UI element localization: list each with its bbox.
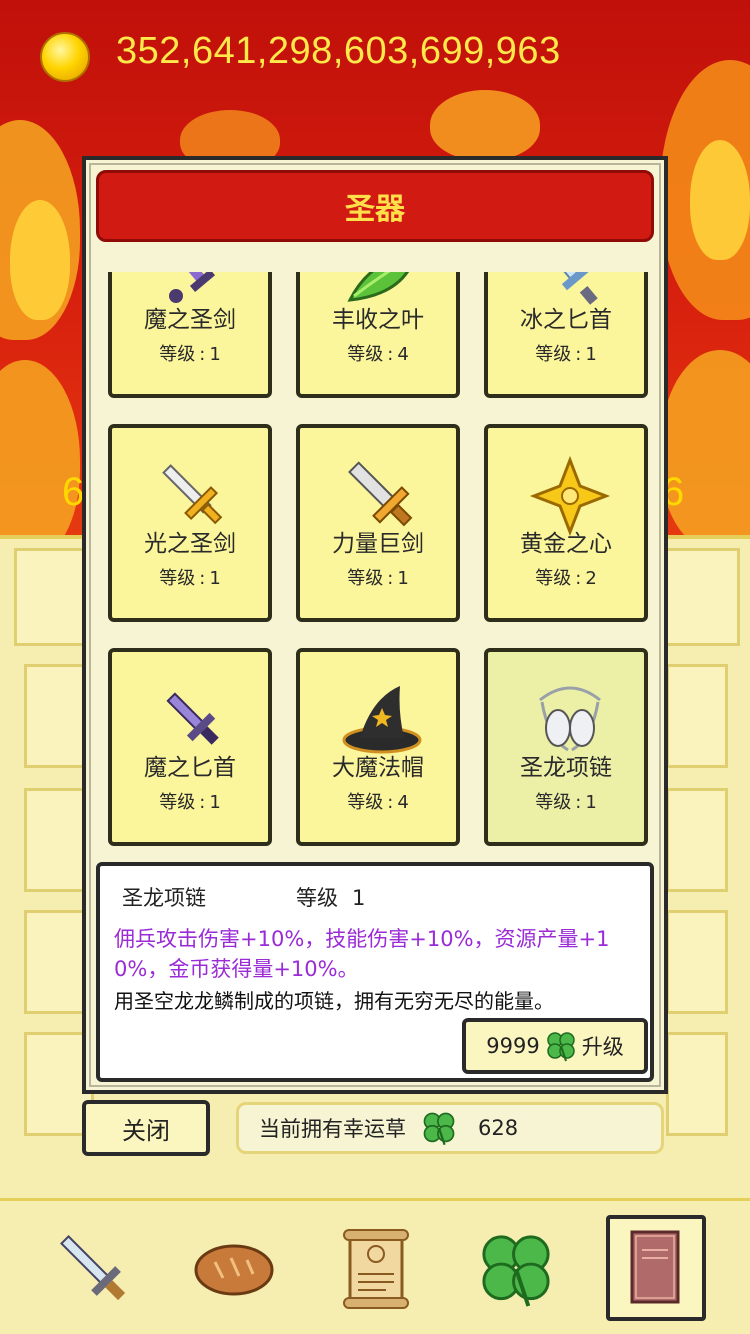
artifact-name: 大魔法帽 xyxy=(332,755,424,781)
artifact-level: 等级:4 xyxy=(347,792,409,813)
nav-sword[interactable] xyxy=(44,1219,144,1319)
artifact-level: 等级:1 xyxy=(347,568,409,589)
artifact-grid[interactable]: 魔之圣剑 等级:1 丰收之叶 等级:4 冰之匕首 等级:1 光之圣剑 等级: … xyxy=(104,272,652,850)
scroll-icon xyxy=(343,1229,409,1309)
artifact-name: 光之圣剑 xyxy=(144,531,236,557)
background-card xyxy=(666,910,728,1014)
artifact-tile-selected[interactable]: 圣龙项链 等级:1 xyxy=(484,648,648,846)
detail-level: 等级 1 xyxy=(296,886,366,910)
artifact-tile[interactable]: 力量巨剑 等级:1 xyxy=(296,424,460,622)
detail-name: 圣龙项链 xyxy=(122,886,206,910)
modal-title: 圣器 xyxy=(345,192,405,227)
artifact-name: 魔之圣剑 xyxy=(144,307,236,333)
clover-count: 628 xyxy=(478,1116,519,1140)
artifact-level: 等级:1 xyxy=(535,792,597,813)
artifact-tile[interactable]: 大魔法帽 等级:4 xyxy=(296,648,460,846)
detail-effect: 佣兵攻击伤害+10%，技能伤害+10%，资源产量+10%，金币获得量+10%。 xyxy=(114,927,610,981)
nav-scroll[interactable] xyxy=(326,1219,426,1319)
artifact-level: 等级:1 xyxy=(159,792,221,813)
clover-balance: 当前拥有幸运草 628 xyxy=(236,1102,664,1154)
artifact-level: 等级:1 xyxy=(159,568,221,589)
detail-description: 用圣空龙龙鳞制成的项链，拥有无穷无尽的能量。 xyxy=(114,989,554,1013)
background-card xyxy=(666,1032,728,1136)
clover-icon xyxy=(423,1112,455,1146)
artifact-detail-panel: 圣龙项链 等级 1 佣兵攻击伤害+10%，技能伤害+10%，资源产量+10%，金币… xyxy=(96,862,654,1082)
nav-book[interactable] xyxy=(606,1215,706,1321)
nav-clover[interactable] xyxy=(466,1219,566,1319)
artifact-level: 等级:2 xyxy=(535,568,597,589)
clover-icon xyxy=(482,1235,550,1307)
artifact-level: 等级:1 xyxy=(535,344,597,365)
artifact-name: 魔之匕首 xyxy=(144,755,236,781)
upgrade-cost: 9999 xyxy=(486,1034,540,1058)
background-card xyxy=(666,664,728,768)
gold-amount: 352,641,298,603,699,963 xyxy=(116,30,561,72)
close-button[interactable]: 关闭 xyxy=(82,1100,210,1156)
artifact-tile[interactable]: 魔之圣剑 等级:1 xyxy=(108,272,272,398)
bread-icon xyxy=(194,1244,274,1296)
book-icon xyxy=(630,1230,680,1304)
upgrade-button[interactable]: 9999 升级 xyxy=(462,1018,648,1074)
sword-icon xyxy=(60,1235,126,1301)
artifact-level: 等级:4 xyxy=(347,344,409,365)
artifact-tile[interactable]: 丰收之叶 等级:4 xyxy=(296,272,460,398)
artifact-tile[interactable]: 冰之匕首 等级:1 xyxy=(484,272,648,398)
nav-bread[interactable] xyxy=(184,1219,284,1319)
bottom-nav xyxy=(0,1198,750,1334)
artifact-name: 冰之匕首 xyxy=(520,307,612,333)
clover-icon xyxy=(546,1032,575,1062)
artifact-name: 黄金之心 xyxy=(520,531,612,557)
modal-header: 圣器 xyxy=(96,170,654,242)
upgrade-label: 升级 xyxy=(581,1035,624,1059)
artifact-name: 丰收之叶 xyxy=(332,307,424,333)
artifact-modal: 圣器 魔之圣剑 等级:1 丰收之叶 等级:4 冰之匕首 等级: 1 光之圣剑 … xyxy=(82,156,668,1094)
artifact-tile[interactable]: 光之圣剑 等级:1 xyxy=(108,424,272,622)
artifact-name: 圣龙项链 xyxy=(520,755,612,781)
background-card xyxy=(666,788,728,892)
artifact-level: 等级:1 xyxy=(159,344,221,365)
gold-coin-icon xyxy=(40,32,90,82)
background-number-left: 6 xyxy=(62,470,85,514)
artifact-name: 力量巨剑 xyxy=(332,531,424,557)
artifact-tile[interactable]: 魔之匕首 等级:1 xyxy=(108,648,272,846)
clover-balance-label: 当前拥有幸运草 xyxy=(259,1117,406,1141)
artifact-tile[interactable]: 黄金之心 等级:2 xyxy=(484,424,648,622)
